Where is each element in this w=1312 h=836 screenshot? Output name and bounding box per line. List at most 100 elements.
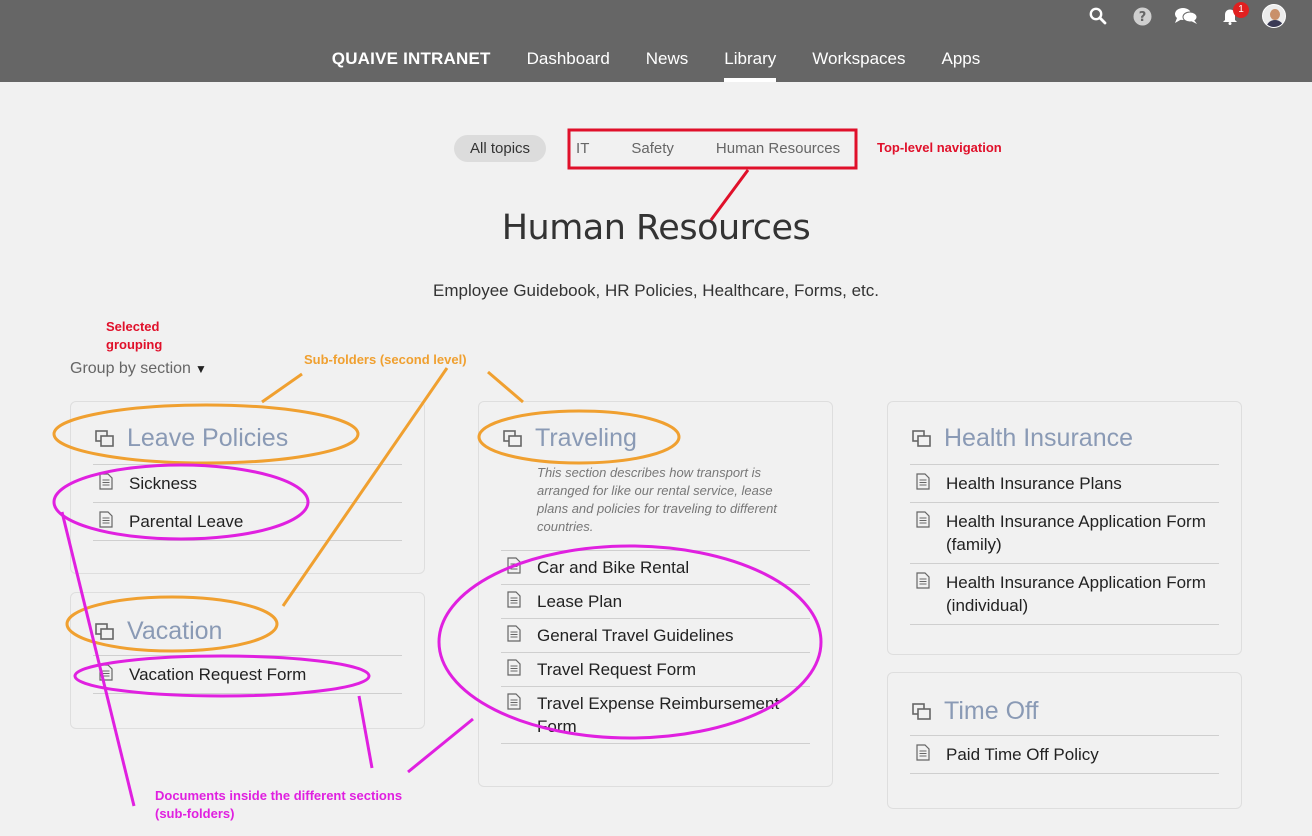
document-label: General Travel Guidelines bbox=[537, 626, 734, 645]
document-label: Health Insurance Plans bbox=[946, 474, 1122, 493]
notification-badge: 1 bbox=[1233, 2, 1249, 18]
section-title-vacation[interactable]: Vacation bbox=[95, 617, 222, 646]
section-card-health-insurance: Health Insurance Health Insurance Plans … bbox=[887, 401, 1242, 655]
topic-human-resources[interactable]: Human Resources bbox=[716, 135, 840, 162]
section-card-traveling: Traveling This section describes how tra… bbox=[478, 401, 833, 787]
annotation-documents-line1: Documents inside the different sections bbox=[155, 788, 403, 803]
section-title-text: Health Insurance bbox=[944, 424, 1134, 452]
document-label: Paid Time Off Policy bbox=[946, 745, 1099, 764]
top-icons: ? 1 bbox=[1076, 2, 1296, 29]
chat-icon bbox=[1175, 8, 1198, 24]
annotation-line-subfolders-1 bbox=[261, 372, 303, 404]
document-item[interactable]: Health Insurance Application Form (famil… bbox=[910, 503, 1219, 564]
folder-icon bbox=[503, 429, 522, 447]
document-icon bbox=[916, 473, 930, 490]
nav-apps[interactable]: Apps bbox=[923, 44, 998, 82]
document-list: Paid Time Off Policy bbox=[910, 735, 1219, 774]
nav-workspaces[interactable]: Workspaces bbox=[794, 44, 923, 82]
document-icon bbox=[99, 473, 113, 490]
brand-link[interactable]: QUAIVE INTRANET bbox=[314, 44, 509, 82]
document-list: Sickness Parental Leave bbox=[93, 464, 402, 541]
document-label: Health Insurance Application Form (indiv… bbox=[946, 573, 1206, 615]
help-icon: ? bbox=[1133, 7, 1151, 25]
section-title-traveling[interactable]: Traveling bbox=[503, 424, 637, 453]
document-label: Vacation Request Form bbox=[129, 665, 307, 684]
document-icon bbox=[507, 693, 521, 710]
page-title: Human Resources bbox=[501, 208, 811, 248]
annotation-subfolders: Sub-folders (second level) bbox=[304, 352, 467, 367]
document-label: Health Insurance Application Form (famil… bbox=[946, 512, 1206, 554]
section-title-text: Vacation bbox=[127, 617, 223, 645]
document-icon bbox=[916, 572, 930, 589]
document-item[interactable]: Paid Time Off Policy bbox=[910, 736, 1219, 774]
nav-news[interactable]: News bbox=[628, 44, 707, 82]
group-by-dropdown[interactable]: Group by section ▼ bbox=[70, 360, 207, 378]
annotation-selected-grouping-line1: Selected bbox=[106, 319, 160, 334]
document-label: Sickness bbox=[129, 474, 198, 493]
document-item[interactable]: General Travel Guidelines bbox=[501, 619, 810, 653]
document-icon bbox=[507, 591, 521, 608]
caret-down-icon: ▼ bbox=[194, 362, 207, 376]
document-item[interactable]: Travel Request Form bbox=[501, 653, 810, 687]
section-description: This section describes how transport is … bbox=[537, 465, 777, 534]
folder-icon bbox=[912, 702, 931, 720]
document-item[interactable]: Car and Bike Rental bbox=[501, 551, 810, 585]
document-icon bbox=[916, 511, 930, 528]
annotation-documents-line2: (sub-folders) bbox=[155, 806, 235, 821]
document-list: Car and Bike Rental Lease Plan General T… bbox=[501, 550, 810, 744]
document-label: Travel Request Form bbox=[537, 660, 697, 679]
folder-icon bbox=[95, 622, 114, 640]
user-menu-button[interactable] bbox=[1252, 3, 1296, 29]
document-item[interactable]: Health Insurance Application Form (indiv… bbox=[910, 564, 1219, 625]
document-item[interactable]: Parental Leave bbox=[93, 503, 402, 541]
document-icon bbox=[916, 744, 930, 761]
document-item[interactable]: Sickness bbox=[93, 465, 402, 503]
section-title-health-insurance[interactable]: Health Insurance bbox=[912, 424, 1133, 453]
section-card-vacation: Vacation Vacation Request Form bbox=[70, 592, 425, 729]
nav-dashboard[interactable]: Dashboard bbox=[509, 44, 628, 82]
annotation-line-subfolders-3 bbox=[487, 370, 524, 404]
topic-all[interactable]: All topics bbox=[454, 135, 547, 162]
annotation-selected-grouping-line2: grouping bbox=[106, 337, 163, 352]
nav-library[interactable]: Library bbox=[706, 44, 794, 82]
section-title-text: Traveling bbox=[535, 424, 637, 452]
document-item[interactable]: Lease Plan bbox=[501, 585, 810, 619]
section-card-time-off: Time Off Paid Time Off Policy bbox=[887, 672, 1242, 809]
document-item[interactable]: Vacation Request Form bbox=[93, 656, 402, 694]
document-label: Car and Bike Rental bbox=[537, 558, 690, 577]
page-description: Employee Guidebook, HR Policies, Healthc… bbox=[433, 281, 879, 300]
document-icon bbox=[507, 659, 521, 676]
document-list: Health Insurance Plans Health Insurance … bbox=[910, 464, 1219, 625]
document-icon bbox=[507, 625, 521, 642]
section-title-leave-policies[interactable]: Leave Policies bbox=[95, 424, 288, 453]
document-list: Vacation Request Form bbox=[93, 655, 402, 694]
notifications-button[interactable]: 1 bbox=[1208, 2, 1252, 29]
group-by-label: Group by section bbox=[70, 360, 191, 377]
chat-button[interactable] bbox=[1164, 3, 1208, 29]
document-label: Travel Expense Reimbursement Form bbox=[537, 694, 780, 736]
folder-icon bbox=[95, 429, 114, 447]
document-label: Lease Plan bbox=[537, 592, 623, 611]
avatar bbox=[1262, 4, 1286, 28]
topic-it[interactable]: IT bbox=[576, 135, 589, 162]
section-card-leave-policies: Leave Policies Sickness Parental Leave bbox=[70, 401, 425, 574]
search-button[interactable] bbox=[1076, 3, 1120, 29]
help-button[interactable]: ? bbox=[1120, 3, 1164, 29]
topic-navigation: All topics IT Safety Human Resources bbox=[454, 135, 840, 162]
section-title-time-off[interactable]: Time Off bbox=[912, 697, 1038, 726]
folder-icon bbox=[912, 429, 931, 447]
document-icon bbox=[99, 664, 113, 681]
section-title-text: Time Off bbox=[944, 697, 1039, 725]
main-navigation: QUAIVE INTRANET Dashboard News Library W… bbox=[0, 44, 1312, 82]
document-item[interactable]: Health Insurance Plans bbox=[910, 465, 1219, 503]
document-label: Parental Leave bbox=[129, 512, 244, 531]
topic-safety[interactable]: Safety bbox=[631, 135, 674, 162]
document-icon bbox=[507, 557, 521, 574]
top-bar: ? 1 QUAIVE INTRANET Dashboard News Libra… bbox=[0, 0, 1312, 82]
search-icon bbox=[1089, 7, 1107, 25]
document-icon bbox=[99, 511, 113, 528]
section-title-text: Leave Policies bbox=[127, 424, 289, 452]
document-item[interactable]: Travel Expense Reimbursement Form bbox=[501, 687, 810, 744]
svg-text:?: ? bbox=[1138, 10, 1146, 25]
annotation-top-level-navigation: Top-level navigation bbox=[877, 140, 1002, 155]
